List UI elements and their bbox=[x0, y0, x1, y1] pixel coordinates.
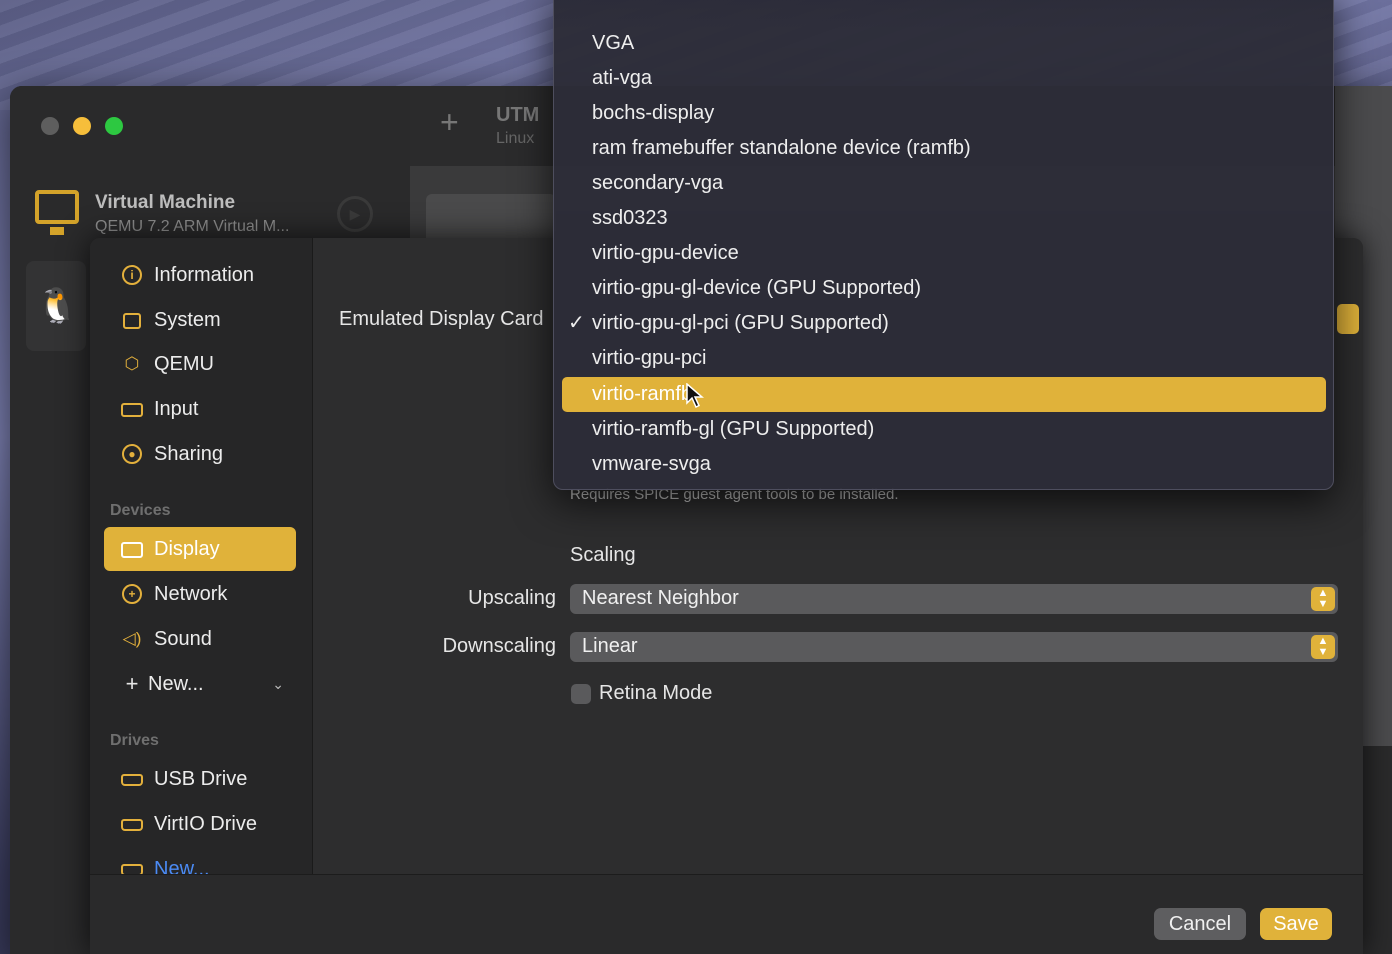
sidebar-item-system[interactable]: System bbox=[104, 298, 296, 342]
person-icon: ● bbox=[118, 444, 146, 465]
menu-item[interactable]: bochs-display bbox=[562, 96, 1326, 131]
updown-arrows-icon: ▲ ▼ bbox=[1311, 587, 1335, 611]
sidebar-item-information[interactable]: i Information bbox=[104, 253, 296, 297]
speaker-icon: ◁) bbox=[122, 629, 142, 648]
retina-mode-checkbox[interactable] bbox=[571, 684, 591, 704]
zoom-window-button[interactable] bbox=[105, 117, 123, 135]
sidebar-item-label: USB Drive bbox=[154, 767, 248, 790]
sidebar-item-input[interactable]: Input bbox=[104, 387, 296, 431]
monitor-icon bbox=[35, 190, 79, 235]
toolbar-title: UTM bbox=[496, 104, 540, 126]
cancel-button[interactable]: Cancel bbox=[1154, 908, 1246, 940]
sidebar-item-label: System bbox=[154, 308, 221, 331]
menu-item[interactable]: virtio-ramfb-gl (GPU Supported) bbox=[562, 412, 1326, 447]
sidebar-item-sharing[interactable]: ● Sharing bbox=[104, 432, 296, 476]
sidebar-item-display[interactable]: Display bbox=[104, 527, 296, 571]
info-icon: i bbox=[118, 265, 146, 286]
menu-item-selected[interactable]: ✓ virtio-gpu-gl-pci (GPU Supported) bbox=[562, 306, 1326, 341]
mouse-cursor-icon bbox=[686, 383, 704, 409]
play-icon[interactable]: ▶ bbox=[337, 196, 373, 232]
sidebar-item-label: Sound bbox=[154, 627, 212, 650]
sidebar-item-label: Sharing bbox=[154, 442, 223, 465]
globe-icon: + bbox=[118, 584, 146, 605]
sidebar-item-usb-drive[interactable]: USB Drive bbox=[104, 757, 296, 801]
retina-mode-label: Retina Mode bbox=[599, 682, 713, 704]
linux-penguin-icon: 🐧 bbox=[36, 287, 79, 325]
downscaling-label: Downscaling bbox=[442, 635, 556, 657]
sidebar-item-label: Information bbox=[154, 263, 255, 286]
updown-arrows-icon: ▲ ▼ bbox=[1311, 635, 1335, 659]
sidebar-item-label: VirtIO Drive bbox=[154, 812, 257, 835]
close-window-button[interactable] bbox=[41, 117, 59, 135]
sidebar-item-sound[interactable]: ◁) Sound bbox=[104, 617, 296, 661]
toolbar-subtitle: Linux bbox=[496, 130, 535, 147]
settings-sidebar: i Information System ⬡ QEMU Input ● Shar… bbox=[90, 238, 313, 880]
sidebar-item-virtio-drive[interactable]: VirtIO Drive bbox=[104, 802, 296, 846]
vm-list-item[interactable]: Virtual Machine QEMU 7.2 ARM Virtual M..… bbox=[32, 186, 402, 246]
checkmark-icon: ✓ bbox=[568, 312, 585, 334]
sidebar-item-network[interactable]: + Network bbox=[104, 572, 296, 616]
sidebar-item-label: New... bbox=[148, 672, 204, 695]
scaling-section-title: Scaling bbox=[570, 544, 636, 566]
add-vm-icon[interactable]: + bbox=[440, 104, 459, 141]
sheet-footer: Cancel Save bbox=[90, 874, 1363, 954]
chevron-down-icon[interactable]: ⌄ bbox=[272, 676, 284, 693]
menu-item[interactable]: ram framebuffer standalone device (ramfb… bbox=[562, 131, 1326, 166]
sidebar-item-qemu[interactable]: ⬡ QEMU bbox=[104, 342, 296, 386]
menu-item[interactable]: secondary-vga bbox=[562, 166, 1326, 201]
save-button[interactable]: Save bbox=[1260, 908, 1332, 940]
downscaling-popup[interactable]: Linear ▲ ▼ bbox=[570, 632, 1338, 662]
minimize-window-button[interactable] bbox=[73, 117, 91, 135]
keyboard-icon bbox=[118, 399, 146, 419]
menu-item[interactable]: ati-vga bbox=[562, 61, 1326, 96]
display-icon bbox=[118, 539, 146, 559]
drive-icon bbox=[118, 814, 146, 834]
emulated-display-card-label: Emulated Display Card bbox=[339, 308, 544, 330]
drives-heading: Drives bbox=[110, 732, 159, 749]
drive-icon bbox=[118, 769, 146, 789]
vm-name: Virtual Machine bbox=[95, 192, 236, 213]
sidebar-item-new-device[interactable]: + New... ⌄ bbox=[104, 662, 296, 706]
sidebar-item-label: Input bbox=[154, 397, 199, 420]
menu-item[interactable]: ssd0323 bbox=[562, 201, 1326, 236]
cube-icon: ⬡ bbox=[124, 354, 140, 373]
display-card-dropdown-menu: VGA ati-vga bochs-display ram framebuffe… bbox=[553, 0, 1334, 490]
plus-icon: + bbox=[125, 671, 139, 696]
devices-heading: Devices bbox=[110, 502, 171, 519]
emulated-display-card-popup[interactable] bbox=[1337, 304, 1359, 334]
menu-item[interactable]: virtio-gpu-device bbox=[562, 236, 1326, 271]
menu-item[interactable]: VGA bbox=[562, 26, 1326, 61]
sidebar-item-label: Display bbox=[154, 537, 220, 560]
menu-item[interactable]: virtio-gpu-pci bbox=[562, 341, 1326, 376]
upscaling-popup[interactable]: Nearest Neighbor ▲ ▼ bbox=[570, 584, 1338, 614]
menu-item-highlighted[interactable]: virtio-ramfb bbox=[562, 377, 1326, 412]
menu-item-label: virtio-gpu-gl-pci (GPU Supported) bbox=[592, 312, 889, 334]
downscaling-value: Linear bbox=[582, 635, 638, 657]
cpu-icon bbox=[118, 310, 146, 330]
sidebar-item-label: Network bbox=[154, 582, 228, 605]
vm-subtitle: QEMU 7.2 ARM Virtual M... bbox=[95, 218, 290, 235]
upscaling-label: Upscaling bbox=[468, 587, 556, 609]
menu-item[interactable]: vmware-svga bbox=[562, 447, 1326, 482]
upscaling-value: Nearest Neighbor bbox=[582, 587, 739, 609]
sidebar-item-label: QEMU bbox=[154, 352, 214, 375]
menu-item[interactable]: virtio-gpu-gl-device (GPU Supported) bbox=[562, 271, 1326, 306]
